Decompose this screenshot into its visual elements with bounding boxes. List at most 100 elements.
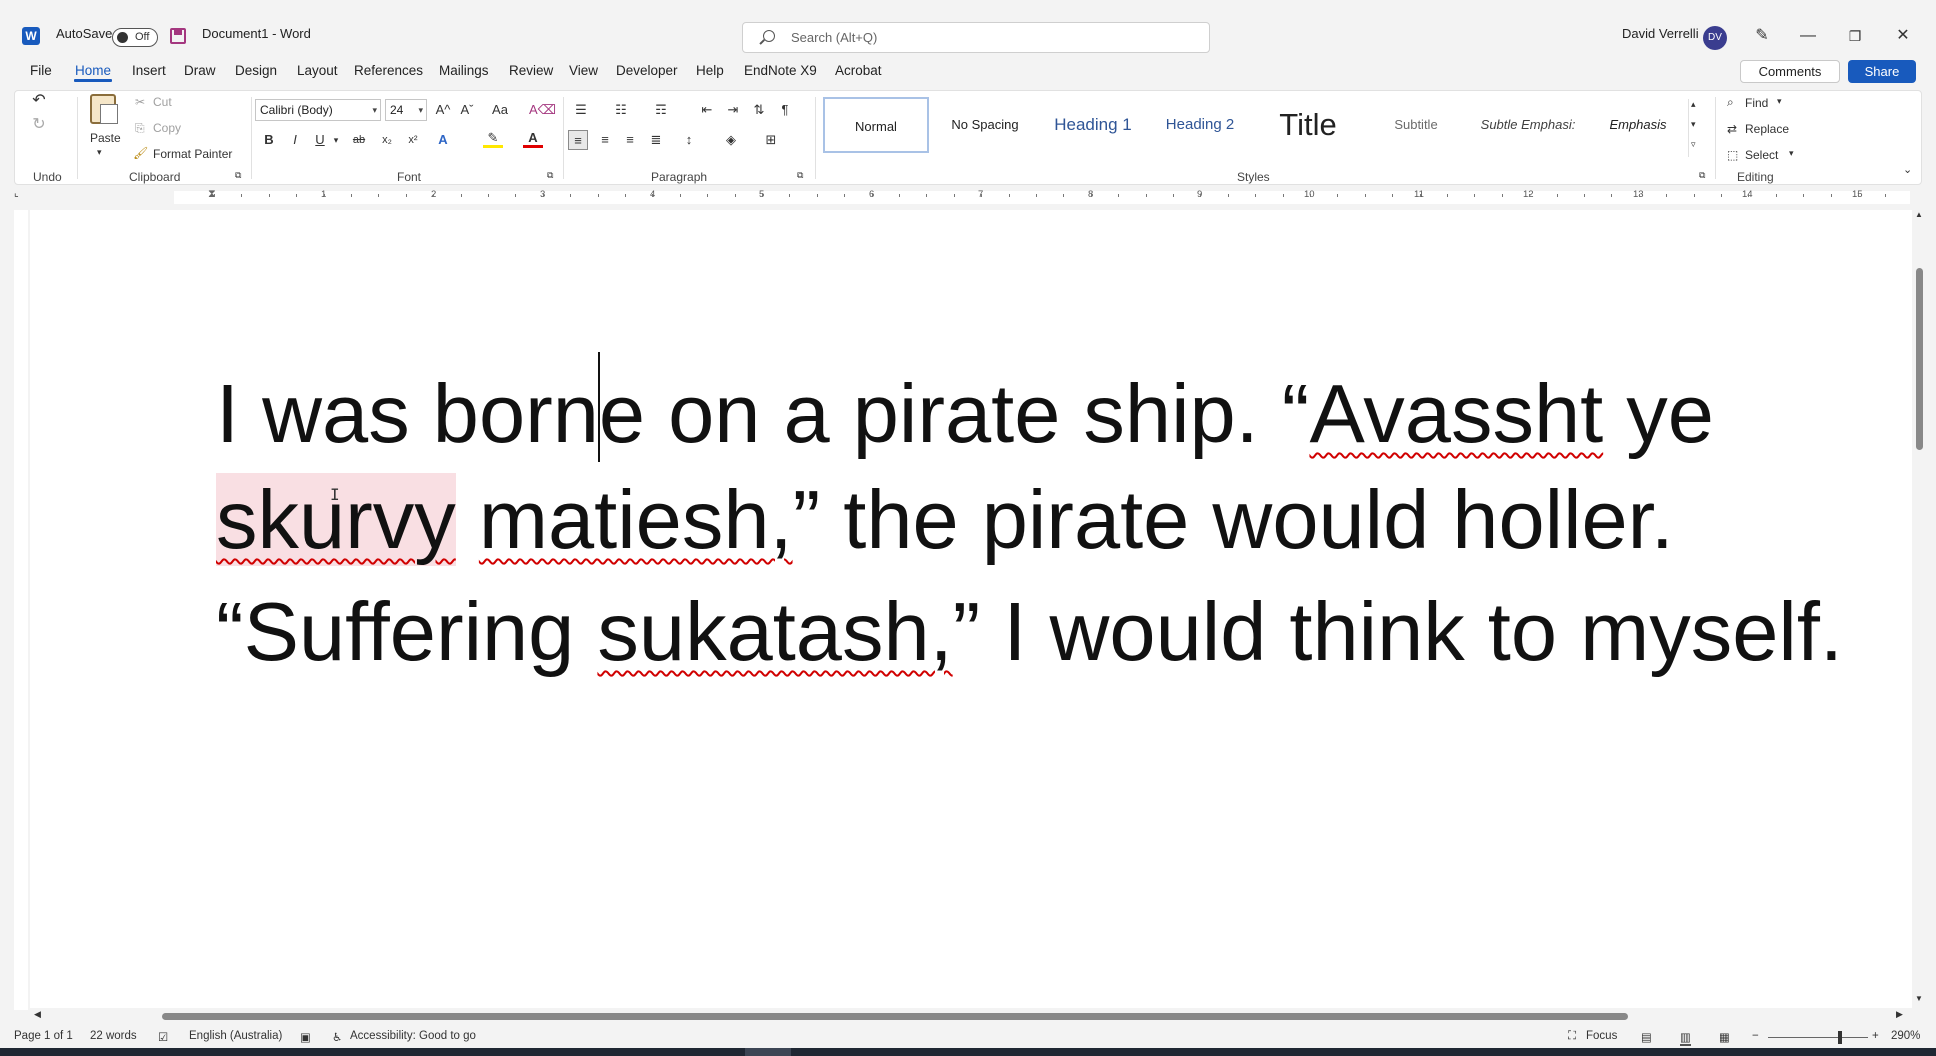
focus-button[interactable]: Focus [1586, 1030, 1617, 1042]
pen-icon[interactable]: ✎ [1750, 24, 1774, 48]
avatar[interactable]: DV [1703, 26, 1727, 50]
print-layout-icon[interactable]: ▥ [1680, 1030, 1691, 1046]
cut-icon[interactable]: ✂ [135, 95, 145, 109]
copy-icon[interactable]: ⎘ [135, 121, 145, 136]
style-title[interactable]: Title [1255, 97, 1361, 153]
style-heading-2[interactable]: Heading 2 [1147, 97, 1253, 153]
select-button[interactable]: Select [1745, 148, 1778, 162]
read-mode-icon[interactable]: ▤ [1641, 1030, 1652, 1044]
zoom-out-button[interactable]: − [1752, 1030, 1759, 1042]
user-name[interactable]: David Verrelli [1622, 26, 1699, 41]
document-body[interactable]: I was borne on a pirate ship. “Avassht y… [216, 352, 1896, 688]
scroll-up-icon[interactable]: ▲ [1915, 210, 1923, 219]
align-center-icon[interactable]: ≡ [595, 130, 615, 150]
align-left-icon[interactable]: ≡ [568, 130, 588, 150]
shrink-font-icon[interactable]: Aˇ [457, 100, 477, 120]
style-heading-1[interactable]: Heading 1 [1041, 97, 1145, 153]
italic-button[interactable]: I [285, 130, 305, 150]
chevron-down-icon[interactable]: ▾ [97, 147, 102, 158]
tab-references[interactable]: References [354, 63, 423, 78]
find-button[interactable]: Find [1745, 96, 1768, 110]
minimize-button[interactable]: — [1796, 24, 1820, 48]
strikethrough-button[interactable]: ab [349, 130, 369, 150]
show-formatting-icon[interactable]: ¶ [775, 100, 795, 120]
zoom-level[interactable]: 290% [1891, 1030, 1920, 1042]
tab-view[interactable]: View [569, 63, 598, 78]
clipboard-launcher-icon[interactable]: ⧉ [235, 170, 241, 181]
format-painter-icon[interactable]: 🖌 [133, 146, 148, 160]
page-count[interactable]: Page 1 of 1 [14, 1030, 73, 1042]
accessibility-icon[interactable]: ♿ [332, 1030, 342, 1044]
multilevel-list-icon[interactable]: ☶ [651, 100, 671, 120]
chevron-down-icon[interactable]: ▾ [326, 130, 346, 150]
copy-button[interactable]: Copy [153, 121, 181, 135]
horizontal-scrollbar[interactable]: ◀ ▶ [30, 1008, 1912, 1024]
tab-help[interactable]: Help [696, 63, 724, 78]
scroll-down-icon[interactable]: ▼ [1915, 994, 1923, 1003]
chevron-down-icon[interactable]: ▾ [1691, 119, 1696, 130]
styles-launcher-icon[interactable]: ⧉ [1699, 170, 1705, 181]
misspelled-word[interactable]: sukatash, [597, 585, 952, 678]
paragraph-launcher-icon[interactable]: ⧉ [797, 170, 803, 181]
tab-layout[interactable]: Layout [297, 63, 338, 78]
chevron-down-icon[interactable]: ▾ [1777, 96, 1782, 107]
tab-insert[interactable]: Insert [132, 63, 166, 78]
format-painter-button[interactable]: Format Painter [153, 147, 232, 161]
tab-file[interactable]: File [30, 63, 52, 78]
vertical-scroll-thumb[interactable] [1916, 268, 1923, 450]
styles-scroll[interactable]: ▴ ▾ ▿ [1688, 99, 1702, 157]
save-icon[interactable] [170, 28, 186, 44]
comments-button[interactable]: Comments [1740, 60, 1840, 83]
grow-font-icon[interactable]: A^ [433, 100, 453, 120]
highlight-icon[interactable]: ✎ [483, 130, 503, 148]
search-input[interactable]: Search (Alt+Q) [791, 30, 877, 45]
paste-icon[interactable] [90, 94, 118, 124]
zoom-slider[interactable] [1768, 1037, 1868, 1038]
tab-mailings[interactable]: Mailings [439, 63, 489, 78]
tab-home[interactable]: Home [75, 63, 111, 78]
replace-icon[interactable]: ⇄ [1727, 122, 1737, 136]
horizontal-ruler[interactable]: ⌞ ⧗ 1 2 3 4 5 6 7 8 9 10 11 12 13 14 15 [14, 188, 1922, 206]
replace-button[interactable]: Replace [1745, 122, 1789, 136]
style-normal[interactable]: Normal [823, 97, 929, 153]
select-icon[interactable]: ⬚ [1727, 148, 1738, 162]
style-emphasis[interactable]: Emphasis [1587, 97, 1689, 153]
close-button[interactable]: ✕ [1891, 24, 1915, 48]
line-spacing-icon[interactable]: ↕ [679, 130, 699, 150]
font-family-select[interactable]: Calibri (Body) ▾ [255, 99, 381, 121]
web-layout-icon[interactable]: ▦ [1719, 1030, 1730, 1044]
accessibility-status[interactable]: Accessibility: Good to go [350, 1030, 476, 1042]
proofing-icon[interactable]: ☑ [158, 1030, 168, 1044]
tab-selector-icon[interactable]: ⌞ [14, 188, 19, 199]
style-no-spacing[interactable]: No Spacing [931, 97, 1039, 153]
track-changes-icon[interactable]: ▣ [300, 1030, 311, 1044]
increase-indent-icon[interactable]: ⇥ [723, 100, 743, 120]
zoom-in-button[interactable]: + [1872, 1030, 1879, 1042]
search-box[interactable]: Search (Alt+Q) [742, 22, 1210, 53]
zoom-slider-handle[interactable] [1838, 1031, 1842, 1044]
focus-icon[interactable]: ⛶ [1568, 1030, 1576, 1043]
language-status[interactable]: English (Australia) [189, 1030, 282, 1042]
align-right-icon[interactable]: ≡ [620, 130, 640, 150]
style-subtitle[interactable]: Subtitle [1363, 97, 1469, 153]
scroll-left-icon[interactable]: ◀ [34, 1009, 41, 1020]
clear-formatting-icon[interactable]: A⌫ [529, 100, 556, 120]
cut-button[interactable]: Cut [153, 95, 172, 109]
tab-design[interactable]: Design [235, 63, 277, 78]
find-icon[interactable]: ⌕ [1727, 95, 1734, 110]
tab-review[interactable]: Review [509, 63, 553, 78]
font-color-icon[interactable]: A [523, 130, 543, 148]
tab-developer[interactable]: Developer [616, 63, 678, 78]
sort-icon[interactable]: ⇅ [749, 100, 769, 120]
vertical-ruler[interactable] [14, 210, 28, 1010]
undo-icon[interactable]: ↶ [29, 91, 49, 111]
restore-button[interactable]: ❐ [1843, 24, 1867, 48]
font-launcher-icon[interactable]: ⧉ [547, 170, 553, 181]
document-canvas[interactable]: I was borne on a pirate ship. “Avassht y… [30, 210, 1912, 1010]
paste-button[interactable]: Paste [90, 131, 121, 145]
tab-draw[interactable]: Draw [184, 63, 216, 78]
horizontal-scroll-thumb[interactable] [162, 1013, 1628, 1020]
collapse-ribbon-icon[interactable]: ⌄ [1903, 163, 1912, 176]
share-button[interactable]: Share [1848, 60, 1916, 83]
misspelled-word[interactable]: Avassht [1309, 367, 1603, 460]
